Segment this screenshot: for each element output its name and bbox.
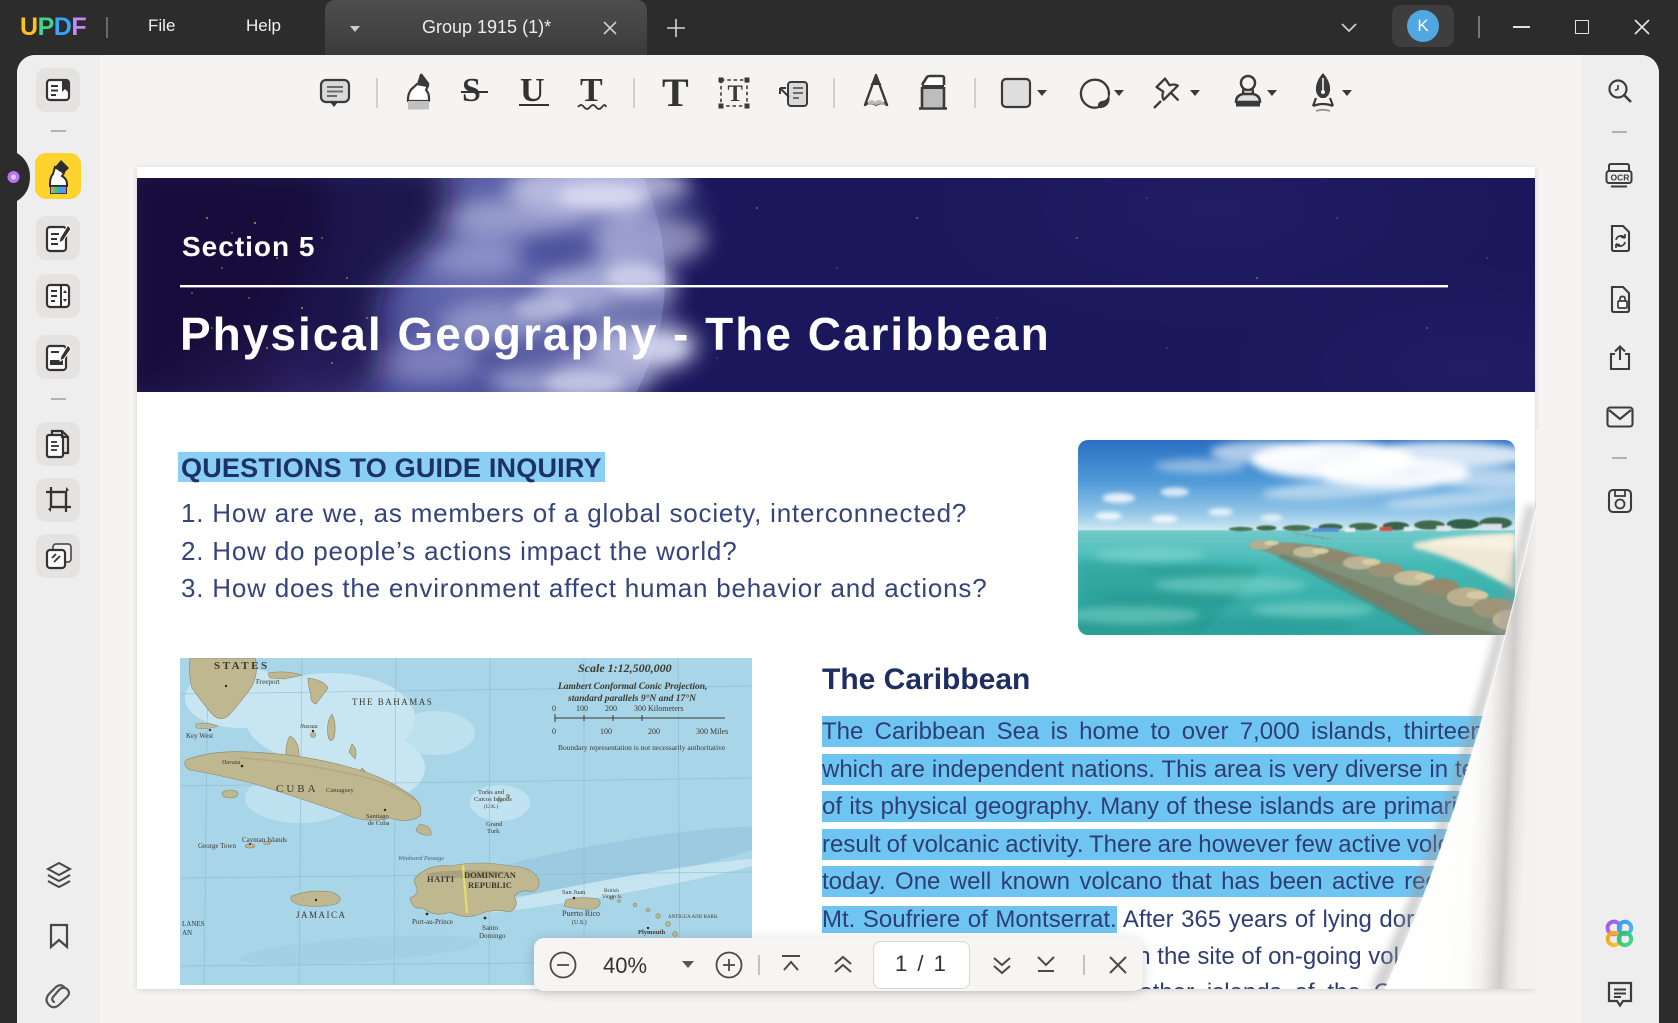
svg-text:T: T [728, 81, 743, 106]
svg-text:Freeport: Freeport [256, 678, 280, 686]
svg-text:REPUBLIC: REPUBLIC [468, 880, 512, 890]
svg-text:THE BAHAMAS: THE BAHAMAS [352, 697, 433, 707]
svg-text:Windward Passage: Windward Passage [398, 856, 444, 862]
svg-text:Port-au-Prince: Port-au-Prince [412, 918, 453, 926]
svg-text:standard parallels 9°N and 17°: standard parallels 9°N and 17°N [567, 693, 697, 704]
svg-text:Lambert Conformal Conic Projec: Lambert Conformal Conic Projection, [557, 682, 707, 692]
svg-text:OCR: OCR [1611, 173, 1630, 183]
svg-text:Camaguey: Camaguey [326, 787, 355, 794]
svg-text:Scale 1:12,500,000: Scale 1:12,500,000 [578, 661, 672, 675]
svg-text:Boundary representation is not: Boundary representation is not necessari… [558, 743, 726, 752]
svg-text:200: 200 [605, 704, 617, 713]
svg-text:Domingo: Domingo [479, 932, 506, 940]
svg-text:Caicos Islands: Caicos Islands [474, 796, 512, 803]
svg-text:de Cuba: de Cuba [368, 820, 390, 827]
svg-text:Santiago: Santiago [366, 813, 389, 820]
svg-text:Havana: Havana [222, 760, 241, 766]
svg-text:100: 100 [600, 727, 612, 736]
svg-text:LANES: LANES [182, 920, 205, 928]
svg-text:Key West: Key West [186, 732, 213, 740]
svg-text:Section 5: Section 5 [182, 231, 315, 262]
svg-text:Virgin Is.: Virgin Is. [602, 894, 623, 900]
svg-text:Nassau: Nassau [299, 724, 318, 730]
svg-text:Physical Geography - The Carib: Physical Geography - The Caribbean [180, 308, 1051, 360]
svg-text:(U.S.): (U.S.) [572, 919, 587, 926]
svg-text:AN: AN [182, 929, 192, 937]
svg-text:Puerto Rico: Puerto Rico [562, 909, 600, 918]
svg-text:0: 0 [552, 727, 556, 736]
svg-text:200: 200 [648, 727, 660, 736]
svg-text:Turk: Turk [487, 828, 500, 835]
svg-text:Grand: Grand [486, 821, 503, 828]
svg-text:DOMINICAN: DOMINICAN [464, 870, 517, 880]
svg-text:George Town: George Town [198, 842, 236, 850]
svg-text:STATES: STATES [214, 660, 270, 672]
svg-text:300 Miles: 300 Miles [696, 727, 728, 736]
svg-text:Turks and: Turks and [478, 789, 505, 796]
svg-text:100: 100 [576, 704, 588, 713]
svg-text:0: 0 [552, 704, 556, 713]
svg-text:(U.K.): (U.K.) [484, 803, 499, 810]
svg-text:Plymouth: Plymouth [638, 929, 665, 936]
svg-text:JAMAICA: JAMAICA [296, 910, 347, 920]
svg-text:Cayman Islands: Cayman Islands [242, 836, 287, 844]
svg-text:San Juan: San Juan [562, 889, 586, 896]
svg-text:ANTIGUA AND BARB.: ANTIGUA AND BARB. [668, 915, 718, 920]
svg-text:CUBA: CUBA [276, 783, 319, 795]
svg-text:300 Kilometers: 300 Kilometers [634, 704, 684, 713]
svg-text:HAITI: HAITI [427, 874, 455, 884]
svg-text:Santo: Santo [482, 924, 498, 932]
